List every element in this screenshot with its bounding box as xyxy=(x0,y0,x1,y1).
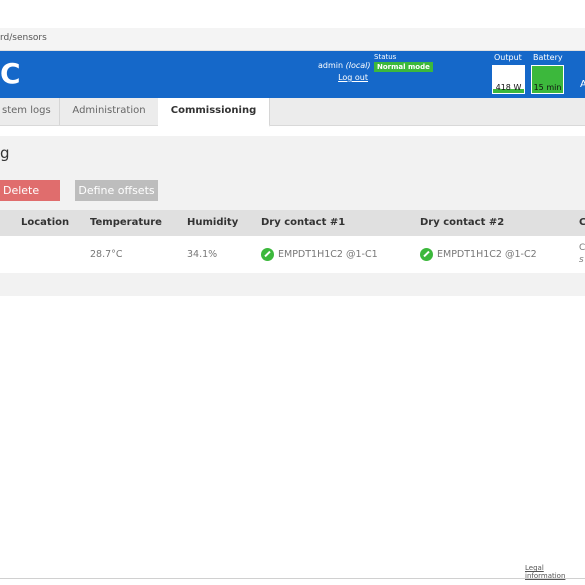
brand-logo: C xyxy=(0,57,21,90)
column-dry-contact-1: Dry contact #1 xyxy=(261,217,346,228)
status-badge: Normal mode xyxy=(374,62,433,72)
table-row[interactable]: 28.7°C 34.1% EMPDT1H1C2 @1-C1 EMPDT1H1C2… xyxy=(0,236,585,273)
output-gauge[interactable]: 418 W xyxy=(492,65,525,94)
header-partial-label: A xyxy=(580,79,585,90)
delete-button[interactable]: Delete xyxy=(0,180,60,201)
battery-label: Battery xyxy=(533,53,563,62)
contact-status-icon xyxy=(420,248,433,261)
dry-contact-2-label: EMPDT1H1C2 @1-C2 xyxy=(437,249,537,260)
sensors-panel: g Delete Define offsets Location Tempera… xyxy=(0,136,585,296)
define-offsets-button[interactable]: Define offsets xyxy=(75,180,158,201)
tab-administration[interactable]: Administration xyxy=(60,98,159,125)
column-humidity: Humidity xyxy=(187,217,239,228)
column-partial: C xyxy=(579,217,585,228)
column-location: Location xyxy=(21,217,70,228)
temperature-cell: 28.7°C xyxy=(90,249,123,260)
table-header: Location Temperature Humidity Dry contac… xyxy=(0,210,585,236)
app-header: C admin (local) Log out Status Normal mo… xyxy=(0,51,585,98)
battery-value: 15 min xyxy=(533,83,562,92)
divider xyxy=(0,578,585,579)
user-name: admin (local) xyxy=(318,61,371,70)
tab-bar: stem logs Administration Commissioning xyxy=(0,98,585,127)
status-block: Status Normal mode xyxy=(374,53,433,72)
column-temperature: Temperature xyxy=(90,217,162,228)
browser-toolbar xyxy=(0,0,585,29)
user-info: admin (local) Log out xyxy=(318,61,371,82)
logout-link[interactable]: Log out xyxy=(318,73,368,82)
partial-cell: C s xyxy=(579,243,585,265)
contact-status-icon xyxy=(261,248,274,261)
tab-system-logs[interactable]: stem logs xyxy=(0,98,60,125)
dry-contact-1-cell: EMPDT1H1C2 @1-C1 xyxy=(261,236,378,273)
status-label: Status xyxy=(374,53,397,61)
breadcrumb: rd/sensors xyxy=(0,28,585,51)
output-value: 418 W xyxy=(495,83,522,92)
dry-contact-1-label: EMPDT1H1C2 @1-C1 xyxy=(278,249,378,260)
url-path: rd/sensors xyxy=(0,33,47,43)
page-title: g xyxy=(0,144,10,162)
humidity-cell: 34.1% xyxy=(187,249,218,260)
battery-gauge[interactable]: 15 min xyxy=(531,65,564,94)
output-label: Output xyxy=(494,53,522,62)
dry-contact-2-cell: EMPDT1H1C2 @1-C2 xyxy=(420,236,537,273)
tab-commissioning[interactable]: Commissioning xyxy=(158,98,270,127)
column-dry-contact-2: Dry contact #2 xyxy=(420,217,505,228)
